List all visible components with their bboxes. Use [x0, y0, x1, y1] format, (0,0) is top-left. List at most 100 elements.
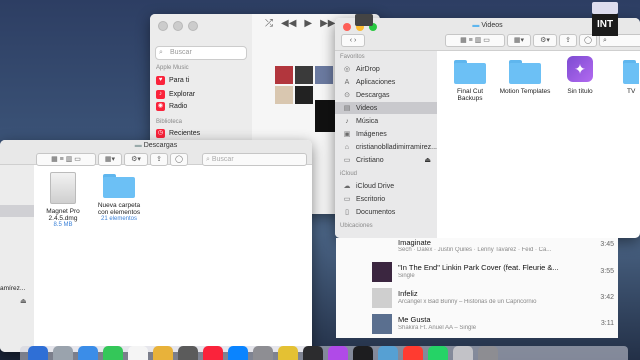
file-item-final-cut-backups[interactable]: Final Cut Backups	[445, 58, 495, 102]
music-dock-icon[interactable]	[203, 346, 223, 360]
app-dock-icon[interactable]	[378, 346, 398, 360]
close-button[interactable]	[158, 21, 168, 31]
finder-videos-window: ▬ Videos ‹ › ▦ ≡ ▥ ▭ ▦▾ ⚙▾ ⇪ ◯ ⌕ Favorit…	[335, 18, 640, 238]
videos-icon: ▤	[343, 105, 351, 112]
minimize-button[interactable]	[173, 21, 183, 31]
favorites-header: Favoritos	[340, 54, 365, 60]
images-icon: ▣	[343, 131, 351, 138]
finder-descargas-window: ▬ Descargas ▦ ≡ ▥ ▭ ▦▾ ⚙▾ ⇪ ◯ ⌕ Buscar a…	[0, 140, 312, 352]
group-button[interactable]: ▦▾	[507, 34, 531, 47]
album-thumbnail	[372, 288, 392, 308]
downloads-dock-icon[interactable]	[453, 346, 473, 360]
eject-icon[interactable]: ⏏	[424, 156, 431, 164]
safari-dock-icon[interactable]	[78, 346, 98, 360]
album-art[interactable]	[295, 66, 313, 84]
sidebar-item-descargas[interactable]: ⊙ Descargas	[335, 89, 437, 101]
home-icon: ⌂	[344, 143, 349, 151]
search-field[interactable]: ⌕ Buscar	[202, 153, 307, 166]
calendar-dock-icon[interactable]	[128, 346, 148, 360]
album-art[interactable]	[275, 86, 293, 104]
sidebar-selection	[0, 205, 34, 217]
photos-dock-icon[interactable]	[153, 346, 173, 360]
file-item-magnet-dmg[interactable]: Magnet Pro 2.4.5.dmg 8.5 MB	[42, 172, 84, 228]
terminal-dock-icon[interactable]	[303, 346, 323, 360]
song-row[interactable]: Imaginate Sech · Dalex · Justin Quiles ·…	[336, 238, 618, 262]
music-note-icon: ♪	[156, 90, 165, 99]
search-icon: ⌕	[206, 156, 210, 163]
window-title: ▬ Descargas	[134, 142, 178, 149]
trash-dock-icon[interactable]	[478, 346, 498, 360]
previous-icon[interactable]: ◀◀	[281, 18, 296, 29]
sidebar-item-cristiano[interactable]: ▭ Cristiano ⏏	[335, 154, 437, 166]
podcasts-dock-icon[interactable]	[328, 346, 348, 360]
file-item-nueva-carpeta[interactable]: Nueva carpeta con elementos 21 elementos	[92, 172, 146, 222]
settings-dock-icon[interactable]	[253, 346, 273, 360]
file-item-tv[interactable]: TV	[617, 58, 639, 95]
file-item-sin-titulo[interactable]: ✦ Sin título	[557, 56, 603, 95]
action-button[interactable]: ⚙▾	[124, 153, 148, 166]
album-thumbnail	[372, 314, 392, 334]
sidebar-item-icloud-drive[interactable]: ☁ iCloud Drive	[335, 180, 437, 192]
zoom-button[interactable]	[188, 21, 198, 31]
sidebar-item-radio[interactable]: ◉ Radio	[156, 102, 187, 111]
launchpad-dock-icon[interactable]	[53, 346, 73, 360]
sidebar-item-escritorio[interactable]: ▭ Escritorio	[335, 193, 437, 205]
notes-dock-icon[interactable]	[278, 346, 298, 360]
back-forward-button[interactable]: ‹ ›	[341, 34, 365, 47]
view-mode-segment[interactable]: ▦ ≡ ▥ ▭	[445, 34, 505, 47]
app-dock-icon[interactable]	[403, 346, 423, 360]
album-art[interactable]	[315, 100, 337, 132]
sidebar-item-airdrop[interactable]: ◎ AirDrop	[335, 63, 437, 75]
dmg-icon	[50, 172, 76, 204]
messages-dock-icon[interactable]	[103, 346, 123, 360]
sidebar-item-imagenes[interactable]: ▣ Imágenes	[335, 128, 437, 140]
desktop-thumbnail[interactable]	[355, 14, 373, 26]
icloud-header: iCloud	[340, 171, 358, 177]
song-list: Imaginate Sech · Dalex · Justin Quiles ·…	[336, 238, 618, 338]
finder-sidebar: Favoritos ◎ AirDrop A Aplicaciones ⊙ Descar…	[335, 51, 437, 238]
folder-icon: ▬	[472, 22, 480, 29]
view-mode-segment[interactable]: ▦ ≡ ▥ ▭	[36, 153, 96, 166]
sidebar-item-recientes[interactable]: ◷ Recientes	[156, 129, 200, 138]
finder-dock-icon[interactable]	[28, 346, 48, 360]
album-art[interactable]	[295, 86, 313, 104]
locations-header: Ubicaciones	[340, 223, 373, 229]
sidebar-item-videos[interactable]: ▤ Videos	[335, 102, 437, 114]
file-item-motion-templates[interactable]: Motion Templates	[498, 58, 552, 95]
sidebar-item-explorar[interactable]: ♪ Explorar	[156, 90, 195, 99]
next-icon[interactable]: ▶▶	[320, 18, 335, 29]
sidebar-item-musica[interactable]: ♪ Música	[335, 115, 437, 127]
action-button[interactable]: ⚙▾	[533, 34, 557, 47]
sidebar-item-home[interactable]: amírez...	[0, 285, 25, 292]
documents-icon: ▯	[345, 209, 349, 216]
folder-icon	[623, 58, 639, 84]
app-dock-icon[interactable]	[178, 346, 198, 360]
whatsapp-dock-icon[interactable]	[428, 346, 448, 360]
song-row[interactable]: "In The End" Linkin Park Cover (feat. Fl…	[336, 260, 618, 284]
song-row[interactable]: Me Gusta Shakira Ft. Anuel AA – Single 3…	[336, 312, 618, 336]
share-button[interactable]: ⇪	[150, 153, 168, 166]
clock-icon: ◷	[156, 129, 165, 138]
app-dock-icon[interactable]	[353, 346, 373, 360]
app-store-dock-icon[interactable]	[228, 346, 248, 360]
library-section-label: Biblioteca	[156, 119, 183, 125]
album-art[interactable]	[315, 66, 333, 84]
sidebar-item-documentos[interactable]: ▯ Documentos	[335, 206, 437, 218]
music-search-input[interactable]: ⌕ Buscar	[155, 46, 247, 60]
group-button[interactable]: ▦▾	[98, 153, 122, 166]
apple-music-section-label: Apple Music	[156, 65, 189, 71]
folder-icon	[454, 58, 486, 84]
tag-button[interactable]: ◯	[170, 153, 188, 166]
desktop-file-icon[interactable]: INT	[592, 14, 618, 36]
eject-icon[interactable]: ⏏	[20, 297, 27, 305]
play-icon[interactable]: ▶	[304, 18, 312, 29]
sidebar-item-para-ti[interactable]: ♥ Para ti	[156, 76, 189, 85]
sidebar-item-aplicaciones[interactable]: A Aplicaciones	[335, 76, 437, 88]
desktop-thumbnail[interactable]	[592, 2, 618, 14]
song-row[interactable]: Infeliz Arcangel x Bad Bunny – Historias…	[336, 286, 618, 310]
shuffle-icon[interactable]: ⤮	[265, 18, 273, 29]
sidebar-item-home[interactable]: ⌂ cristianoblladimirramirez...	[335, 141, 437, 153]
share-button[interactable]: ⇪	[559, 34, 577, 47]
desktop-icon: ▭	[343, 196, 351, 203]
album-art[interactable]	[275, 66, 293, 84]
